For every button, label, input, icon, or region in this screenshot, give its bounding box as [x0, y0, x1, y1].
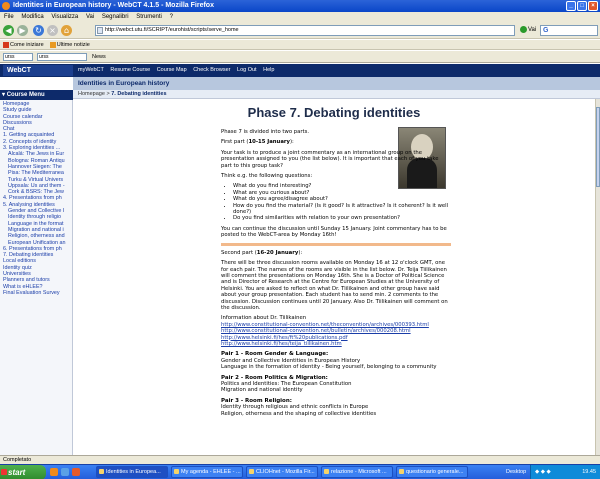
- task-text: Your task is to produce a joint commenta…: [221, 149, 439, 169]
- breadcrumb: Homepage > 7. Debating identities: [73, 90, 600, 99]
- link-resume-course[interactable]: Resume Course: [110, 67, 150, 73]
- question-list: What do you find interesting? What are y…: [233, 183, 451, 221]
- list-item: How do you find the material? (Is it goo…: [233, 203, 451, 216]
- window-title: Identities in European history - WebCT 4…: [13, 2, 214, 9]
- first-part-heading: First part (10-15 January):: [221, 139, 294, 146]
- list-item: Do you find similarities with relation t…: [233, 215, 451, 221]
- pair-2-line-2: Migration and national identity: [221, 387, 303, 394]
- window-title-bar: Identities in European history - WebCT 4…: [0, 0, 600, 12]
- continue-text: You can continue the discussion until Su…: [221, 225, 447, 239]
- menu-bar: File Modifica Visualizza Vai Segnalibri …: [0, 12, 600, 22]
- media-quicklaunch-icon[interactable]: [72, 468, 80, 476]
- course-menu-item[interactable]: Final Evaluation Survey: [3, 290, 69, 296]
- task-agenda[interactable]: My agenda - EHLEE - ...: [171, 466, 243, 478]
- clock: 19.45: [582, 469, 596, 475]
- google-search-box[interactable]: G: [540, 25, 598, 36]
- link-help[interactable]: Help: [263, 67, 274, 73]
- bookmark-come-iniziare[interactable]: Come iniziare: [3, 41, 44, 48]
- toolbar-select-2[interactable]: urss: [37, 53, 87, 61]
- tray-icons: ◆ ◆ ◆: [535, 469, 551, 475]
- course-menu-item[interactable]: European Unification an: [3, 240, 69, 246]
- go-icon: [520, 26, 527, 33]
- course-menu-item[interactable]: Language in the format: [3, 221, 69, 227]
- minimize-button[interactable]: _: [566, 1, 576, 11]
- webct-top-nav: WebCT myWebCT Resume Course Course Map C…: [0, 64, 600, 77]
- link-tiilikainen[interactable]: http://www.helsinki.fi/hes/teija_tiilika…: [221, 341, 451, 347]
- menu-help[interactable]: ?: [170, 14, 173, 20]
- extra-toolbar: urss urss News: [0, 51, 600, 63]
- course-title: Identities in European history: [73, 77, 600, 90]
- maximize-button[interactable]: □: [577, 1, 587, 11]
- window-controls: _ □ ×: [566, 1, 598, 11]
- pair-3-line-2: Religion, otherness and the shaping of c…: [221, 410, 377, 417]
- course-menu-item[interactable]: Identity through religio: [3, 214, 69, 220]
- breadcrumb-current: 7. Debating identities: [111, 91, 167, 97]
- status-bar: Completato: [0, 455, 600, 464]
- url-bar[interactable]: http://webct.utu.fi/SCRIPT/eurohist/scri…: [95, 25, 515, 36]
- back-icon[interactable]: ◀: [3, 25, 14, 36]
- task-cliohnet[interactable]: CLIOHnet - Mozilla Fir...: [246, 466, 318, 478]
- menu-segnalibri[interactable]: Segnalibri: [102, 14, 129, 20]
- toolbar-select-1[interactable]: urss: [3, 53, 33, 61]
- url-text: http://webct.utu.fi/SCRIPT/eurohist/scri…: [105, 27, 239, 33]
- rss-icon: [49, 41, 56, 48]
- windows-logo-icon: [1, 469, 7, 475]
- second-part-text: There will be three discussion rooms ava…: [221, 260, 448, 311]
- menu-modifica[interactable]: Modifica: [21, 14, 43, 20]
- pair-1-line-2: Language in the formation of identity - …: [221, 364, 437, 371]
- status-text: Completato: [3, 457, 32, 463]
- think-text: Think e.g. the following questions:: [221, 173, 313, 180]
- system-tray: ◆ ◆ ◆ 19.45: [530, 465, 600, 479]
- navigation-toolbar: ◀ ▶ ↻ × ⌂ http://webct.utu.fi/SCRIPT/eur…: [0, 22, 600, 39]
- course-menu-item[interactable]: Turku & Virtual Univers: [3, 177, 69, 183]
- scrollbar-thumb[interactable]: [596, 107, 600, 187]
- bookmark-ultime-notizie[interactable]: Ultime notizie: [49, 41, 90, 48]
- page-icon: [97, 27, 103, 34]
- section-divider: [221, 242, 451, 246]
- task-questionario[interactable]: questionario generale...: [396, 466, 468, 478]
- task-identities[interactable]: Identities in Europea...: [96, 466, 168, 478]
- course-menu-item[interactable]: Alcalá: The Jews in Eur: [3, 151, 69, 157]
- reload-icon[interactable]: ↻: [33, 25, 44, 36]
- article: Phase 7 is divided into two parts. First…: [221, 129, 451, 417]
- intro-text: Phase 7 is divided into two parts.: [221, 129, 310, 135]
- menu-visualizza[interactable]: Visualizza: [51, 14, 78, 20]
- second-part-heading: Second part (16-20 January):: [221, 249, 303, 256]
- bookmarks-toolbar: Come iniziare Ultime notizie: [0, 40, 600, 50]
- link-log-out[interactable]: Log Out: [237, 67, 257, 73]
- stop-icon[interactable]: ×: [47, 25, 58, 36]
- forward-icon[interactable]: ▶: [17, 25, 28, 36]
- link-check-browser[interactable]: Check Browser: [193, 67, 230, 73]
- menu-file[interactable]: File: [4, 14, 14, 20]
- course-menu-header[interactable]: Course Menu: [0, 90, 73, 100]
- menu-vai[interactable]: Vai: [86, 14, 94, 20]
- link-mywebct[interactable]: myWebCT: [78, 67, 104, 73]
- windows-taskbar: start Identities in Europea... My agenda…: [0, 464, 600, 479]
- firefox-icon: [2, 2, 10, 10]
- course-menu-item[interactable]: Religion, otherness and: [3, 233, 69, 239]
- close-button[interactable]: ×: [588, 1, 598, 11]
- go-button[interactable]: Vai: [520, 26, 536, 33]
- course-menu: Homepage Study guide Course calendar Discus…: [0, 100, 73, 455]
- start-button[interactable]: start: [0, 465, 46, 479]
- page-title: Phase 7. Debating identities: [247, 105, 421, 120]
- webct-logo: WebCT: [3, 65, 73, 76]
- main-content: Phase 7. Debating identities Phase 7 is …: [73, 99, 595, 455]
- course-menu-item[interactable]: Pisa: The Mediterranea: [3, 170, 69, 176]
- course-menu-item[interactable]: 4. Presentations from ph: [3, 195, 69, 201]
- breadcrumb-home[interactable]: Homepage: [78, 91, 105, 97]
- menu-strumenti[interactable]: Strumenti: [136, 14, 162, 20]
- desktop-toolbar[interactable]: Desktop: [506, 465, 526, 479]
- link-course-map[interactable]: Course Map: [157, 67, 187, 73]
- ie-quicklaunch-icon[interactable]: [61, 468, 69, 476]
- task-relazione[interactable]: relazione - Microsoft ...: [321, 466, 393, 478]
- bookmark-icon: [3, 41, 9, 48]
- vertical-scrollbar[interactable]: [595, 99, 600, 455]
- firefox-quicklaunch-icon[interactable]: [50, 468, 58, 476]
- news-button[interactable]: News: [92, 53, 106, 61]
- home-icon[interactable]: ⌂: [61, 25, 72, 36]
